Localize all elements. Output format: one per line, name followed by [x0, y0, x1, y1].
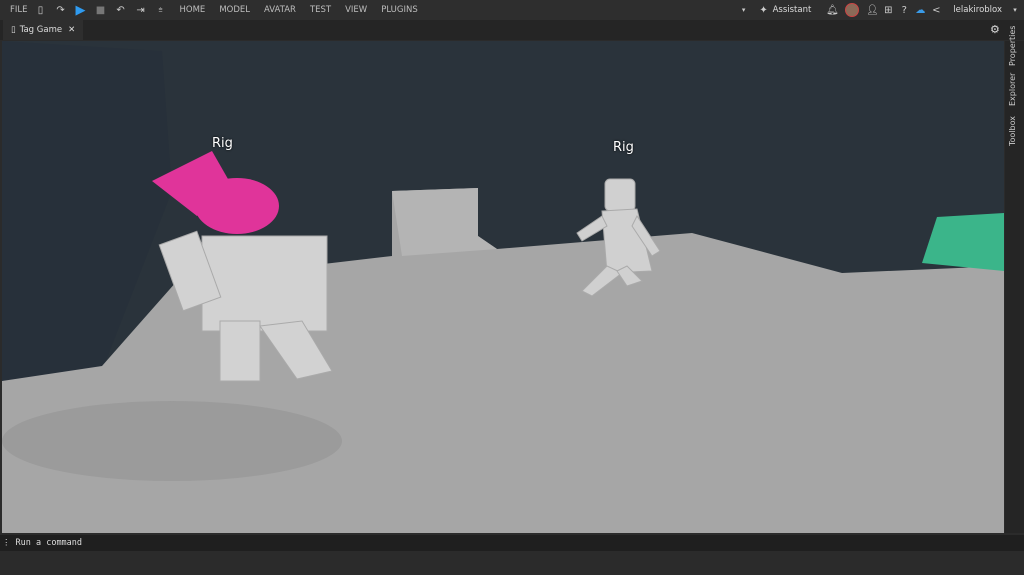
tab-explorer[interactable]: Explorer	[1008, 73, 1017, 106]
help-icon[interactable]: ?	[897, 3, 911, 17]
command-input[interactable]: Run a command	[16, 538, 83, 548]
settings-gear-icon[interactable]: ⚙	[990, 23, 1000, 36]
rig-left-torso	[201, 235, 328, 332]
3d-viewport[interactable]: Rig Rig	[2, 41, 1004, 533]
redo-icon[interactable]: ↷	[54, 3, 68, 17]
avatar[interactable]	[845, 3, 860, 17]
undo-icon[interactable]: ↶	[114, 3, 128, 17]
side-panel-tabs: Properties Explorer Toolbox	[1005, 26, 1024, 533]
top-menu-bar: FILE ▯ ↷ ▶ ■ ↶ ⇥ ⩧ HOME MODEL AVATAR TES…	[0, 0, 1024, 20]
command-bar: ⋮ Run a command	[0, 535, 1024, 551]
document-tabs: ▯ Tag Game ✕ ⚙	[0, 20, 1024, 40]
tab-plugins[interactable]: PLUGINS	[381, 5, 418, 15]
file-menu[interactable]: FILE	[10, 5, 28, 15]
play-icon[interactable]: ▶	[74, 3, 88, 18]
tab-title: Tag Game	[19, 25, 63, 35]
rig-label: Rig	[212, 136, 233, 151]
drag-handle-icon[interactable]: ⋮	[2, 538, 11, 548]
close-tab-icon[interactable]: ✕	[68, 25, 75, 35]
rig-left-leg	[219, 320, 261, 382]
place-file-icon: ▯	[11, 25, 16, 35]
tab-properties[interactable]: Properties	[1008, 26, 1017, 66]
tab-view[interactable]: VIEW	[345, 5, 367, 15]
tab-avatar[interactable]: AVATAR	[264, 5, 296, 15]
scene	[2, 41, 1004, 533]
stop-icon[interactable]: ■	[94, 3, 108, 17]
assistant-button[interactable]: Assistant	[773, 5, 812, 15]
chevron-down-icon[interactable]: ▾	[737, 3, 751, 17]
add-friend-icon[interactable]: 👤︎	[865, 3, 879, 17]
tab-toolbox[interactable]: Toolbox	[1008, 116, 1017, 146]
username[interactable]: lelakiroblox	[953, 5, 1002, 15]
publish-icon[interactable]: ⇥	[134, 3, 148, 17]
shadow	[2, 401, 342, 481]
tab-home[interactable]: HOME	[180, 5, 206, 15]
rig-label: Rig	[613, 140, 634, 155]
user-chevron-icon[interactable]: ▾	[1008, 3, 1022, 17]
cloud-icon[interactable]: ☁	[913, 3, 927, 17]
rig-right-head	[604, 178, 636, 212]
bell-icon[interactable]: 🔔︎	[825, 3, 839, 17]
output-panel	[0, 551, 1024, 575]
share-icon[interactable]: <	[929, 3, 943, 17]
tab-tag-game[interactable]: ▯ Tag Game ✕	[3, 20, 83, 40]
more-icon[interactable]: ⩧	[154, 3, 168, 17]
new-file-icon[interactable]: ▯	[34, 3, 48, 17]
tab-model[interactable]: MODEL	[219, 5, 250, 15]
tab-test[interactable]: TEST	[310, 5, 331, 15]
chat-icon[interactable]: ⊞	[881, 3, 895, 17]
sparkle-icon: ✦	[759, 4, 768, 16]
